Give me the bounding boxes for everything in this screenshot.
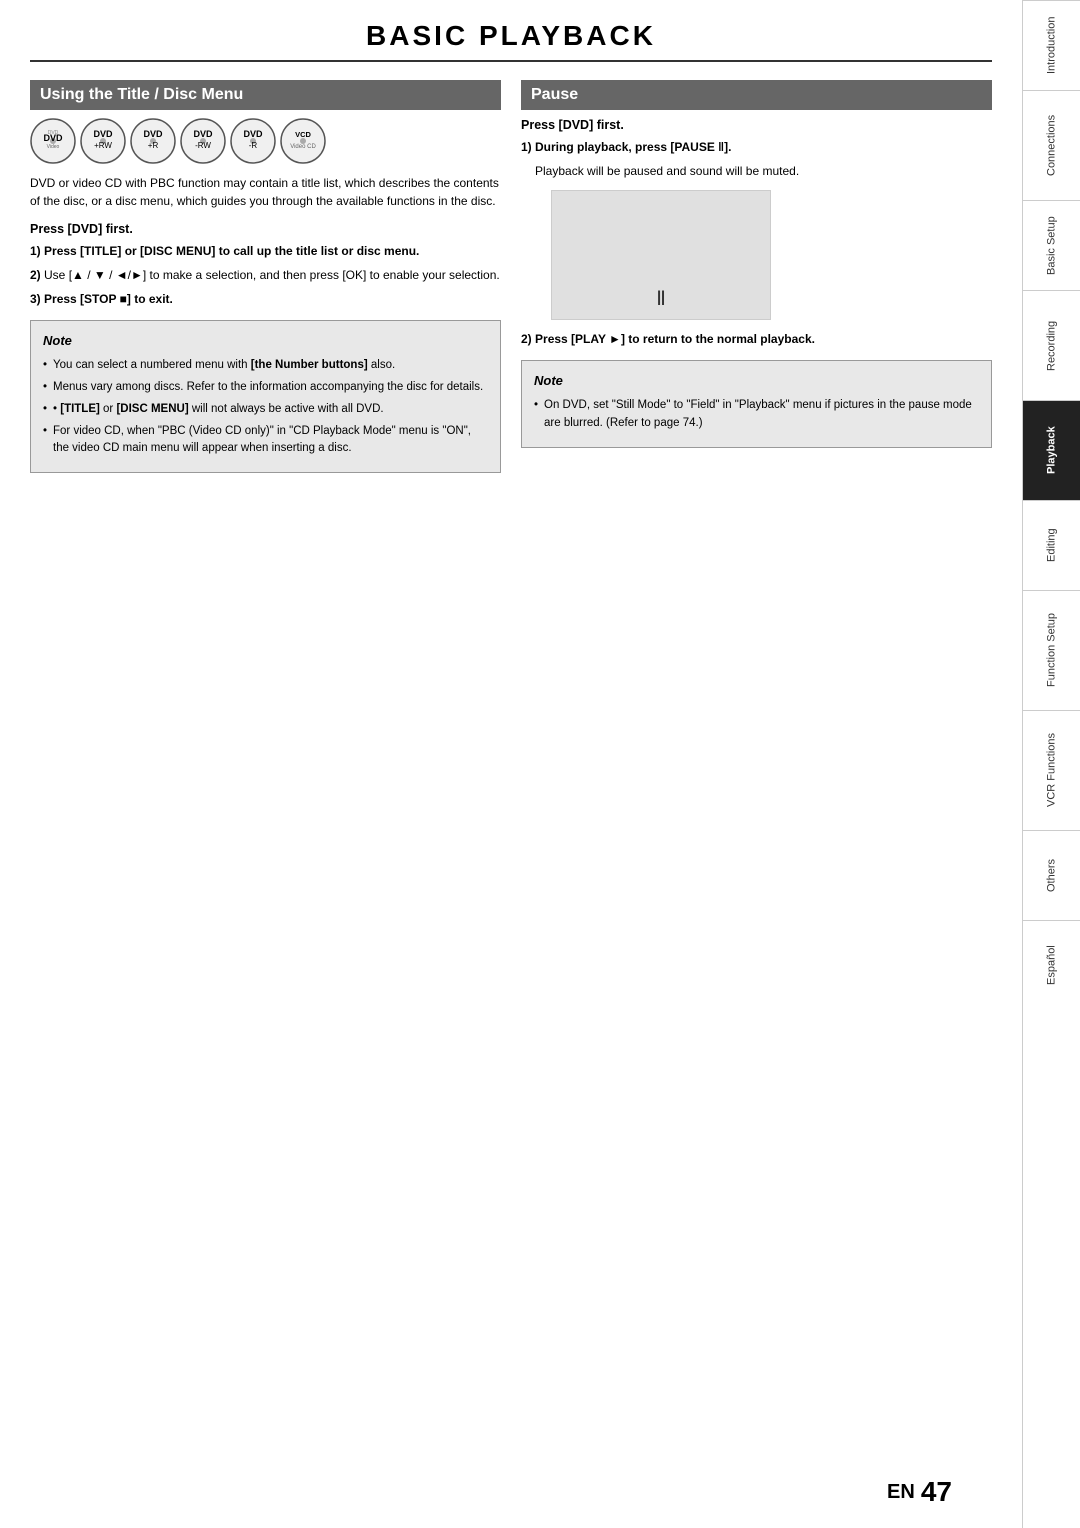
sidebar-item-recording: Recording [1023,290,1080,400]
pause-screenshot: Ⅱ [551,190,771,320]
sidebar-item-basicsetup: Basic Setup [1023,200,1080,290]
svg-text:VCD: VCD [295,130,311,139]
left-note-box: Note You can select a numbered menu with… [30,320,501,473]
page-number-row: EN 47 [887,1476,952,1508]
sidebar-item-functionsetup: Function Setup [1023,590,1080,710]
svg-text:DVD: DVD [243,129,263,139]
left-step1: 1) Press [TITLE] or [DISC MENU] to call … [30,242,501,260]
svg-text:DVD: DVD [143,129,163,139]
svg-text:-R: -R [249,141,258,150]
right-note-box: Note On DVD, set "Still Mode" to "Field"… [521,360,992,448]
left-intro-text: DVD or video CD with PBC function may co… [30,174,501,210]
right-section-header: Pause [521,80,992,110]
sidebar-item-editing: Editing [1023,500,1080,590]
left-note-item-4: For video CD, when "PBC (Video CD only)"… [43,423,488,459]
right-note-title: Note [534,371,979,391]
dvd-plus-r-badge: DVD +R [130,118,176,164]
vcd-badge: VCD Video CD [280,118,326,164]
dvd-minus-rw-badge: DVD -RW [180,118,226,164]
right-press-label: Press [DVD] first. [521,118,992,132]
left-note-item-3: • [TITLE] or [DISC MENU] will not always… [43,401,488,419]
right-step1-sub: Playback will be paused and sound will b… [521,162,992,180]
sidebar-item-introduction: Introduction [1023,0,1080,90]
pause-symbol: Ⅱ [656,286,666,311]
svg-text:DVD: DVD [93,129,113,139]
page-title: BASIC PLAYBACK [30,20,992,62]
svg-text:Video: Video [47,144,60,150]
svg-text:-RW: -RW [195,141,211,150]
left-note-title: Note [43,331,488,351]
svg-text:Video CD: Video CD [290,144,316,150]
right-column: Pause Press [DVD] first. 1) During playb… [521,80,992,473]
left-step3: 3) Press [STOP ■] to exit. [30,290,501,308]
sidebar-item-connections: Connections [1023,90,1080,200]
svg-text:DVD: DVD [193,129,213,139]
svg-text:+RW: +RW [94,141,112,150]
sidebar-item-playback: Playback [1023,400,1080,500]
sidebar-item-espanol: Español [1023,920,1080,1010]
dvd-plus-rw-badge: DVD +RW [80,118,126,164]
svg-text:+R: +R [148,141,159,150]
right-note-item-1: On DVD, set "Still Mode" to "Field" in "… [534,397,979,433]
right-step1: 1) During playback, press [PAUSE ‖]. [521,138,992,156]
right-sidebar: Introduction Connections Basic Setup Rec… [1022,0,1080,1528]
svg-text:DVD: DVD [43,133,63,143]
left-step2: 2) Use [▲ / ▼ / ◄/►] to make a selection… [30,266,501,284]
left-section-header: Using the Title / Disc Menu [30,80,501,110]
sidebar-item-vcr: VCR Functions [1023,710,1080,830]
dvd-video-badge: DVD DVD Video [30,118,76,164]
dvd-minus-r-badge: DVD -R [230,118,276,164]
sidebar-item-others: Others [1023,830,1080,920]
left-note-item-1: You can select a numbered menu with [the… [43,357,488,375]
disc-badges: DVD DVD Video DVD +RW [30,118,501,164]
page-number: 47 [921,1476,952,1508]
right-step2: 2) Press [PLAY ►] to return to the norma… [521,330,992,348]
left-note-item-2: Menus vary among discs. Refer to the inf… [43,379,488,397]
en-label: EN [887,1481,915,1504]
left-column: Using the Title / Disc Menu DVD DVD Vide… [30,80,501,473]
left-press-label: Press [DVD] first. [30,222,501,236]
